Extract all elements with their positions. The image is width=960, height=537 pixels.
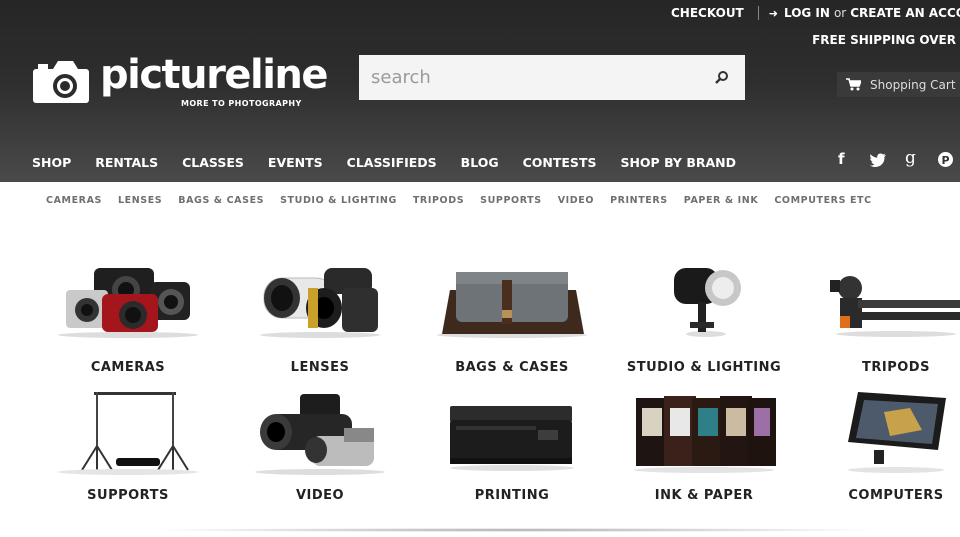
tripods-image [830, 276, 960, 337]
category-label-computers: COMPUTERS [848, 488, 944, 503]
category-tile-supports[interactable]: SUPPORTS [32, 388, 224, 508]
pinterest-icon[interactable]: P [938, 150, 953, 169]
site-header: CHECKOUT ➜ LOG IN or CREATE AN ACCO FREE… [0, 0, 960, 182]
login-icon: ➜ [768, 6, 778, 20]
camera-logo-icon [33, 61, 89, 103]
cart-icon [846, 78, 861, 91]
subnav-bags-cases[interactable]: BAGS & CASES [178, 195, 264, 206]
category-tile-video[interactable]: VIDEO [224, 388, 416, 508]
category-tile-lenses[interactable]: LENSES [224, 260, 416, 380]
search-icon[interactable] [713, 69, 731, 87]
subnav-tripods[interactable]: TRIPODS [413, 195, 464, 206]
logo-tagline: MORE TO PHOTOGRAPHY [181, 99, 302, 108]
category-tile-studio-lighting[interactable]: STUDIO & LIGHTING [608, 260, 800, 380]
computers-image [848, 392, 946, 473]
or-text: or [833, 6, 847, 20]
facebook-icon[interactable]: f [838, 150, 845, 168]
subnav-lenses[interactable]: LENSES [118, 195, 162, 206]
google-plus-icon[interactable]: g [905, 148, 916, 168]
subnav-printers[interactable]: PRINTERS [610, 195, 668, 206]
supports-image [58, 392, 198, 475]
category-label-tripods: TRIPODS [862, 360, 930, 375]
search-box [359, 55, 745, 100]
svg-text:P: P [941, 154, 949, 167]
category-tile-printing[interactable]: PRINTING [416, 388, 608, 508]
social-links: f g P [0, 148, 960, 170]
utility-bar: CHECKOUT ➜ LOG IN or CREATE AN ACCO [671, 6, 960, 20]
logo-wordmark: pictureline [100, 52, 329, 98]
category-label-cameras: CAMERAS [90, 360, 166, 375]
subnav-studio-lighting[interactable]: STUDIO & LIGHTING [280, 195, 397, 206]
printing-image [450, 406, 574, 471]
category-tile-bags-cases[interactable]: BAGS & CASES [416, 260, 608, 380]
subnav-supports[interactable]: SUPPORTS [480, 195, 542, 206]
cart-label: Shopping Cart [870, 77, 956, 92]
search-input[interactable] [359, 55, 699, 100]
category-tile-computers[interactable]: COMPUTERS [800, 388, 960, 508]
section-divider [140, 528, 890, 532]
shopping-cart-button[interactable]: Shopping Cart [837, 72, 960, 97]
category-subnav: CAMERAS LENSES BAGS & CASES STUDIO & LIG… [46, 195, 888, 206]
free-shipping-banner[interactable]: FREE SHIPPING OVER [812, 33, 956, 47]
cameras-image [58, 268, 198, 338]
site-logo[interactable]: pictureline MORE TO PHOTOGRAPHY [33, 52, 329, 113]
bags-cases-image [437, 272, 587, 338]
subnav-cameras[interactable]: CAMERAS [46, 195, 102, 206]
category-label-supports: SUPPORTS [87, 488, 169, 503]
category-label-printing: PRINTING [474, 488, 550, 503]
checkout-link[interactable]: CHECKOUT [671, 6, 744, 20]
create-account-link[interactable]: CREATE AN ACCO [850, 6, 960, 20]
category-label-video: VIDEO [295, 488, 345, 503]
category-tile-tripods[interactable]: TRIPODS [800, 260, 960, 380]
subnav-video[interactable]: VIDEO [558, 195, 594, 206]
studio-lighting-image [674, 268, 741, 337]
category-label-bags-cases: BAGS & CASES [455, 360, 569, 375]
lenses-image [260, 268, 380, 338]
category-label-lenses: LENSES [290, 360, 350, 375]
category-tile-ink-paper[interactable]: INK & PAPER [608, 388, 800, 508]
subnav-paper-ink[interactable]: PAPER & INK [684, 195, 759, 206]
ink-paper-image [634, 396, 776, 473]
subnav-computers-etc[interactable]: COMPUTERS ETC [774, 195, 871, 206]
category-label-studio-lighting: STUDIO & LIGHTING [626, 360, 782, 375]
login-link[interactable]: LOG IN [784, 6, 830, 20]
category-label-ink-paper: INK & PAPER [654, 488, 754, 503]
twitter-icon[interactable] [870, 150, 886, 168]
category-tile-cameras[interactable]: CAMERAS [32, 260, 224, 380]
video-image [255, 394, 385, 475]
divider [757, 6, 759, 20]
